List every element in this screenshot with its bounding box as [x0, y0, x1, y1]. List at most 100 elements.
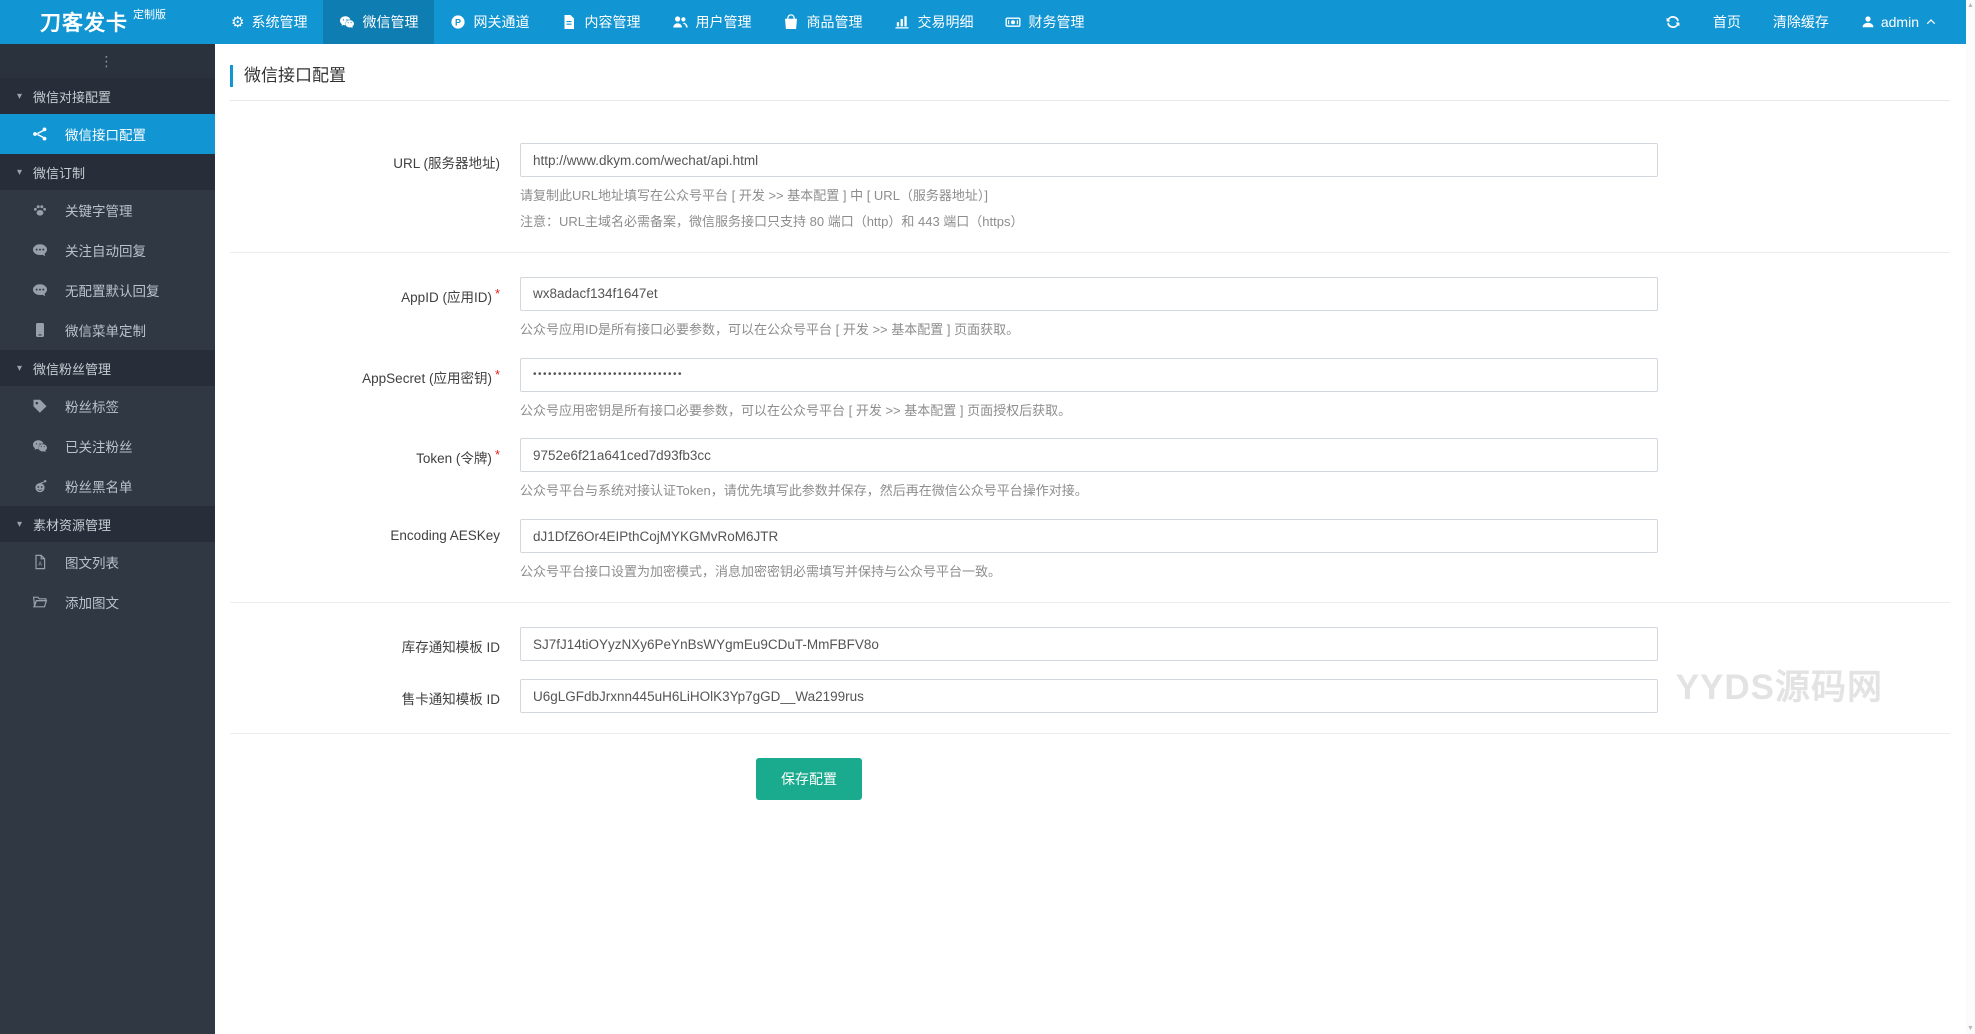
sidebar-group-wechat-fans[interactable]: ▾ 微信粉丝管理	[0, 350, 215, 386]
sidebar-item-article-list[interactable]: A 图文列表	[0, 542, 215, 582]
home-link[interactable]: 首页	[1713, 12, 1741, 32]
page-scrollbar[interactable]: ▲ ▼	[1966, 0, 1975, 1034]
token-input[interactable]	[520, 438, 1658, 473]
url-help-text: 注意：URL主域名必需备案，微信服务接口只支持 80 端口（http）和 443…	[520, 213, 1024, 229]
form-row-token: Token (令牌)* 公众号平台与系统对接认证Token，请优先填写此参数并保存…	[230, 438, 1950, 501]
clear-cache-link[interactable]: 清除缓存	[1773, 12, 1829, 32]
url-help-text: 请复制此URL地址填写在公众号平台 [ 开发 >> 基本配置 ] 中 [ URL…	[520, 188, 989, 203]
nav-label: 用户管理	[695, 14, 752, 30]
sidebar-item-label: 微信接口配置	[65, 128, 146, 143]
sidebar-item-wechat-api-config[interactable]: 微信接口配置	[0, 114, 215, 154]
caret-down-icon: ▾	[17, 166, 23, 178]
file-icon: A	[30, 554, 49, 570]
sidebar-item-label: 图文列表	[65, 556, 119, 571]
top-nav-users[interactable]: 用户管理	[656, 0, 767, 44]
sidebar-item-add-article[interactable]: 添加图文	[0, 582, 215, 622]
appsecret-input[interactable]	[520, 357, 1658, 392]
top-nav: ⚙ 系统管理 微信管理 P 网关通道 内容管理 用户管理 商品管理 交易明细 财务管理	[215, 0, 1100, 44]
sidebar-item-fan-blacklist[interactable]: 粉丝黑名单	[0, 466, 215, 506]
scroll-down-arrow[interactable]: ▼	[1967, 1023, 1974, 1034]
wechat-config-form: URL (服务器地址) 请复制此URL地址填写在公众号平台 [ 开发 >> 基本配…	[230, 143, 1950, 801]
sidebar-item-label: 无配置默认回复	[65, 284, 160, 299]
sidebar-item-followed-fans[interactable]: 已关注粉丝	[0, 426, 215, 466]
stock-template-id-field	[520, 627, 1658, 662]
refresh-icon	[1665, 14, 1681, 30]
top-nav-transactions[interactable]: 交易明细	[878, 0, 989, 44]
gear-icon: ⚙	[231, 12, 245, 31]
gateway-icon: P	[450, 14, 466, 30]
users-icon	[672, 14, 689, 30]
share-icon	[30, 126, 49, 142]
form-row-appid: AppID (应用ID)* 公众号应用ID是所有接口必要参数，可以在公众号平台 […	[230, 276, 1950, 340]
chevron-up-icon	[1925, 16, 1937, 28]
section-divider	[230, 602, 1950, 604]
sidebar-group-wechat-connect-config[interactable]: ▾ 微信对接配置	[0, 78, 215, 114]
page-title: 微信接口配置	[230, 65, 1950, 87]
ellipsis-icon: ⋮	[99, 53, 116, 69]
caret-down-icon: ▾	[17, 90, 23, 102]
token-help-text: 公众号平台与系统对接认证Token，请优先填写此参数并保存，然后再在微信公众号平…	[520, 483, 1088, 499]
document-icon	[561, 14, 577, 30]
nav-label: 商品管理	[806, 14, 863, 30]
top-nav-gateway[interactable]: P 网关通道	[434, 0, 545, 44]
top-nav-system[interactable]: ⚙ 系统管理	[215, 0, 323, 44]
main-content: 微信接口配置 URL (服务器地址) 请复制此URL地址填写在公众号平台 [ 开发…	[215, 44, 1975, 1034]
topbar-right: 首页 清除缓存 admin	[1665, 0, 1975, 44]
user-menu[interactable]: admin	[1861, 14, 1937, 30]
sidebar-group-material-resource[interactable]: ▾ 素材资源管理	[0, 506, 215, 542]
sale-template-id-input[interactable]	[520, 679, 1658, 714]
sidebar-group-wechat-custom[interactable]: ▾ 微信订制	[0, 154, 215, 190]
appsecret-label: AppSecret (应用密钥) *	[362, 366, 500, 386]
sidebar-item-follow-auto-reply[interactable]: 关注自动回复	[0, 230, 215, 270]
sidebar-item-fan-tags[interactable]: 粉丝标签	[0, 386, 215, 426]
comment-icon	[30, 282, 49, 298]
aeskey-field: 公众号平台接口设置为加密模式，消息加密密钥必需填写并保持与公众号平台一致。	[520, 519, 1658, 582]
form-row-sale-template-id: 售卡通知模板 ID	[230, 679, 1950, 714]
stock-template-id-input[interactable]	[520, 627, 1658, 662]
mobile-icon	[30, 322, 49, 338]
aeskey-label: Encoding AESKey	[390, 528, 500, 544]
nav-label: 内容管理	[584, 14, 641, 30]
appid-field: 公众号应用ID是所有接口必要参数，可以在公众号平台 [ 开发 >> 基本配置 ]…	[520, 276, 1658, 340]
form-row-aeskey: Encoding AESKey 公众号平台接口设置为加密模式，消息加密密钥必需填写…	[230, 519, 1950, 582]
sidebar-item-default-reply[interactable]: 无配置默认回复	[0, 270, 215, 310]
top-nav-finance[interactable]: 财务管理	[989, 0, 1100, 44]
nav-label: 网关通道	[473, 14, 530, 30]
top-nav-content[interactable]: 内容管理	[545, 0, 656, 44]
page-header: 微信接口配置	[230, 44, 1950, 101]
nav-label: 财务管理	[1028, 14, 1085, 30]
topbar: 刀客发卡 定制版 ⚙ 系统管理 微信管理 P 网关通道 内容管理 用户管理 商品管理 交易明细 财…	[0, 0, 1975, 44]
app-logo[interactable]: 刀客发卡 定制版	[0, 0, 215, 44]
appid-label: AppID (应用ID) *	[401, 285, 500, 305]
user-icon	[1861, 15, 1875, 29]
sidebar-toggle[interactable]: ⋮	[0, 44, 215, 78]
url-label: URL (服务器地址)	[393, 156, 500, 171]
top-nav-wechat[interactable]: 微信管理	[323, 0, 435, 44]
wechat-icon	[339, 14, 355, 30]
folder-icon	[30, 594, 49, 610]
sidebar-item-label: 关注自动回复	[65, 244, 146, 259]
appsecret-field: 公众号应用密钥是所有接口必要参数，可以在公众号平台 [ 开发 >> 基本配置 ]…	[520, 357, 1658, 421]
section-divider	[230, 251, 1950, 253]
sidebar-item-label: 添加图文	[65, 596, 119, 611]
scroll-up-arrow[interactable]: ▲	[1967, 0, 1974, 11]
nav-label: 交易明细	[917, 14, 974, 30]
save-config-button[interactable]: 保存配置	[756, 758, 862, 801]
token-label: Token (令牌) *	[416, 447, 500, 467]
appid-help-text: 公众号应用ID是所有接口必要参数，可以在公众号平台 [ 开发 >> 基本配置 ]…	[520, 321, 1020, 337]
appid-input[interactable]	[520, 276, 1658, 311]
sidebar-item-label: 粉丝黑名单	[65, 480, 133, 495]
sale-template-id-label: 售卡通知模板 ID	[401, 692, 500, 708]
wechat-icon	[30, 438, 49, 454]
bar-chart-icon	[894, 14, 910, 30]
sidebar-item-keyword-manage[interactable]: 关键字管理	[0, 190, 215, 230]
refresh-button[interactable]	[1665, 14, 1681, 30]
sidebar-item-wechat-menu[interactable]: 微信菜单定制	[0, 310, 215, 350]
top-nav-products[interactable]: 商品管理	[767, 0, 878, 44]
sidebar-group-label: 素材资源管理	[33, 517, 112, 533]
aeskey-input[interactable]	[520, 519, 1658, 554]
url-input[interactable]	[520, 143, 1658, 177]
sidebar-item-label: 粉丝标签	[65, 400, 119, 415]
required-asterisk: *	[494, 366, 500, 382]
sidebar-item-label: 已关注粉丝	[65, 440, 133, 455]
